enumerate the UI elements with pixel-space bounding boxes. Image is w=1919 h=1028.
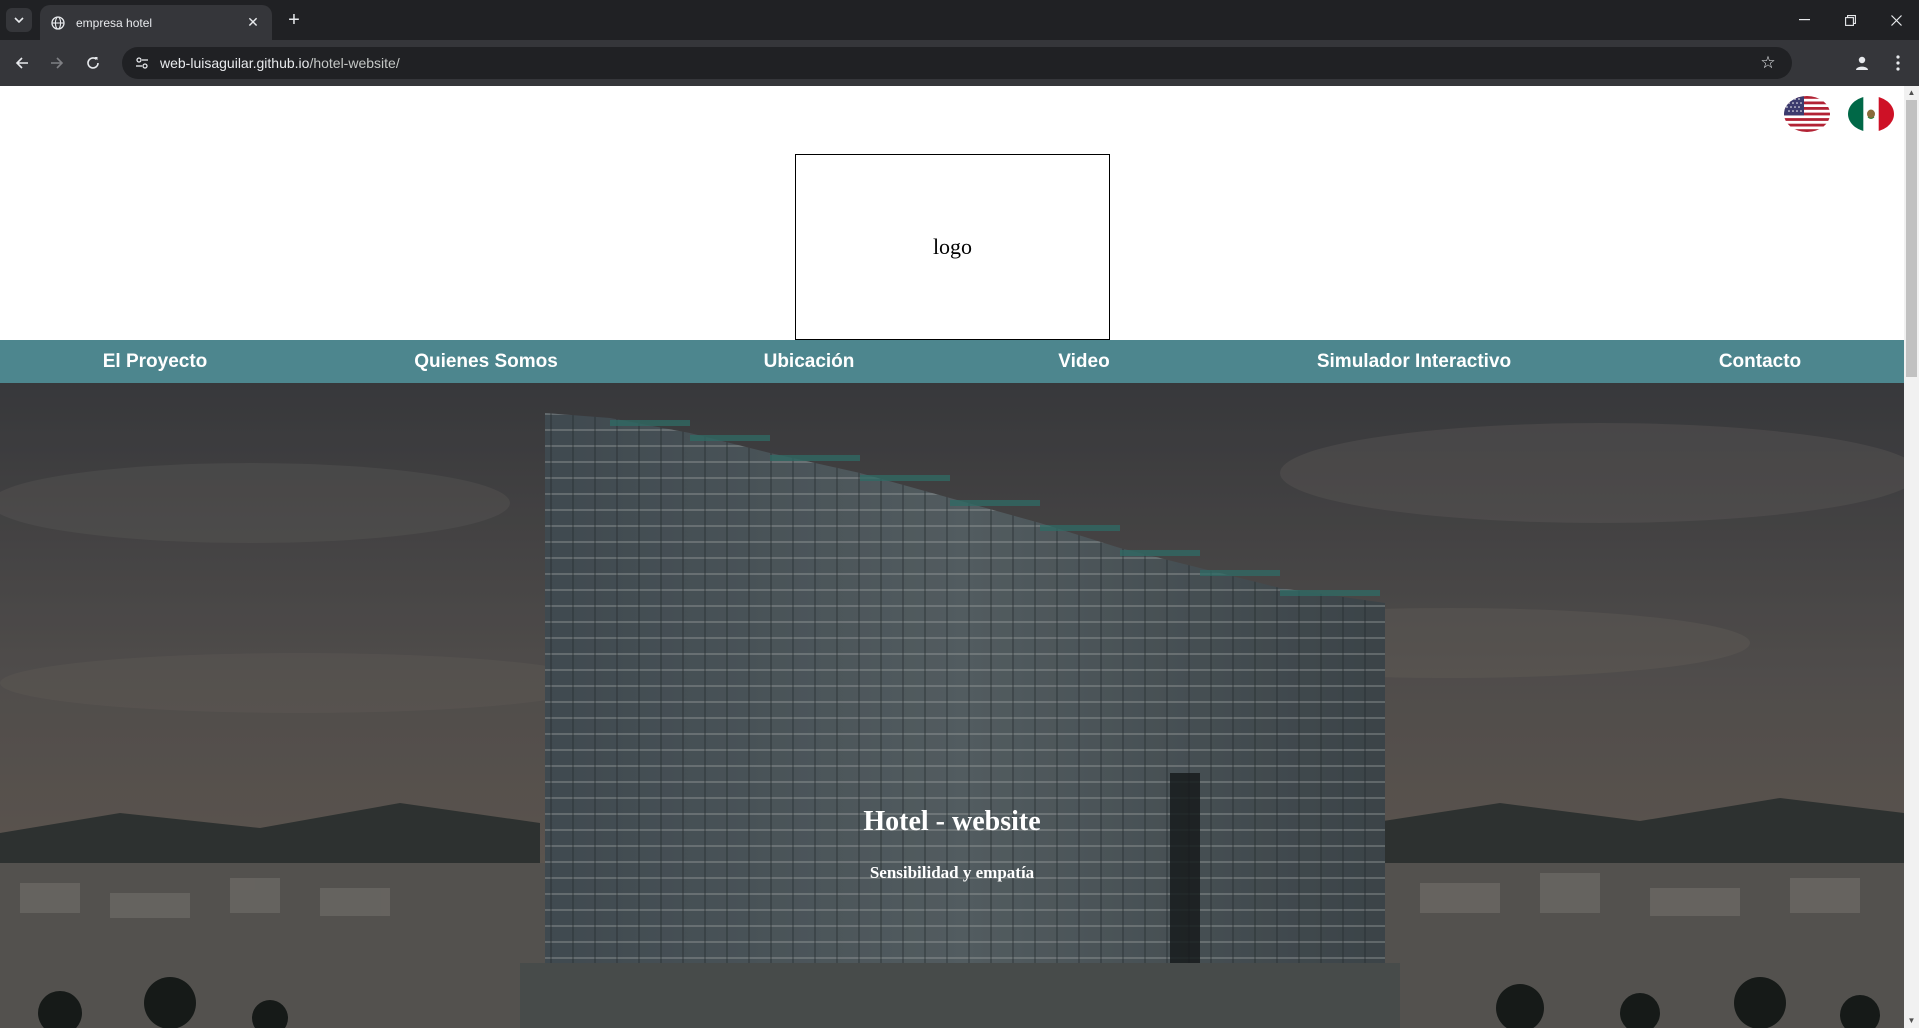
scroll-down-arrow-icon[interactable]: ▼: [1904, 1014, 1919, 1028]
nav-item-quienes-somos[interactable]: Quienes Somos: [414, 340, 558, 383]
logo-text: logo: [932, 234, 973, 259]
browser-toolbar: web-luisaguilar.github.io/hotel-website/…: [0, 40, 1919, 86]
us-flag-icon[interactable]: [1784, 96, 1830, 132]
url-text: web-luisaguilar.github.io/hotel-website/: [160, 55, 400, 71]
nav-item-simulador-interactivo[interactable]: Simulador Interactivo: [1317, 340, 1511, 383]
logo-placeholder[interactable]: logo: [795, 154, 1110, 340]
url-host: web-luisaguilar.github.io: [160, 55, 310, 71]
nav-item-contacto[interactable]: Contacto: [1719, 340, 1801, 383]
close-window-icon[interactable]: [1873, 0, 1919, 40]
new-tab-button[interactable]: +: [282, 8, 306, 32]
nav-item-video[interactable]: Video: [1058, 340, 1109, 383]
back-icon[interactable]: [8, 49, 36, 77]
hero-background-image: [0, 383, 1904, 1028]
mexico-flag-icon[interactable]: [1848, 96, 1894, 132]
tab-close-icon[interactable]: ✕: [244, 14, 262, 31]
language-switcher: [1784, 96, 1894, 132]
main-navbar: El Proyecto Quienes Somos Ubicación Vide…: [0, 340, 1904, 383]
restore-icon[interactable]: [1827, 0, 1873, 40]
hero-subtitle: Sensibilidad y empatía: [869, 863, 1035, 882]
url-path: /hotel-website/: [309, 55, 400, 71]
bookmark-star-icon[interactable]: ☆: [1758, 53, 1778, 73]
browser-tabstrip: empresa hotel ✕ +: [0, 0, 1919, 40]
hero-title: Hotel - website: [863, 806, 1041, 837]
tab-title: empresa hotel: [76, 15, 153, 30]
chevron-down-icon: [14, 17, 24, 23]
profile-icon[interactable]: [1848, 49, 1876, 77]
tab-search-button[interactable]: [6, 8, 32, 32]
page-content: logo El Proyecto Quienes Somos Ubicación…: [0, 86, 1904, 1028]
hero-section: Hotel - website Sensibilidad y empatía: [0, 383, 1904, 1028]
page-scrollbar[interactable]: ▲ ▼: [1904, 86, 1919, 1028]
browser-tab[interactable]: empresa hotel ✕: [40, 5, 272, 40]
nav-item-ubicacion[interactable]: Ubicación: [764, 340, 855, 383]
reload-icon[interactable]: [79, 49, 107, 77]
nav-item-el-proyecto[interactable]: El Proyecto: [103, 340, 208, 383]
minimize-icon[interactable]: [1781, 0, 1827, 40]
scroll-up-arrow-icon[interactable]: ▲: [1904, 86, 1919, 100]
forward-icon[interactable]: [43, 49, 71, 77]
scrollbar-thumb[interactable]: [1906, 100, 1917, 377]
site-info-icon[interactable]: [134, 55, 150, 71]
browser-menu-icon[interactable]: [1884, 49, 1912, 77]
globe-icon: [50, 15, 66, 31]
address-bar[interactable]: web-luisaguilar.github.io/hotel-website/…: [122, 47, 1792, 79]
page-viewport: logo El Proyecto Quienes Somos Ubicación…: [0, 86, 1919, 1028]
